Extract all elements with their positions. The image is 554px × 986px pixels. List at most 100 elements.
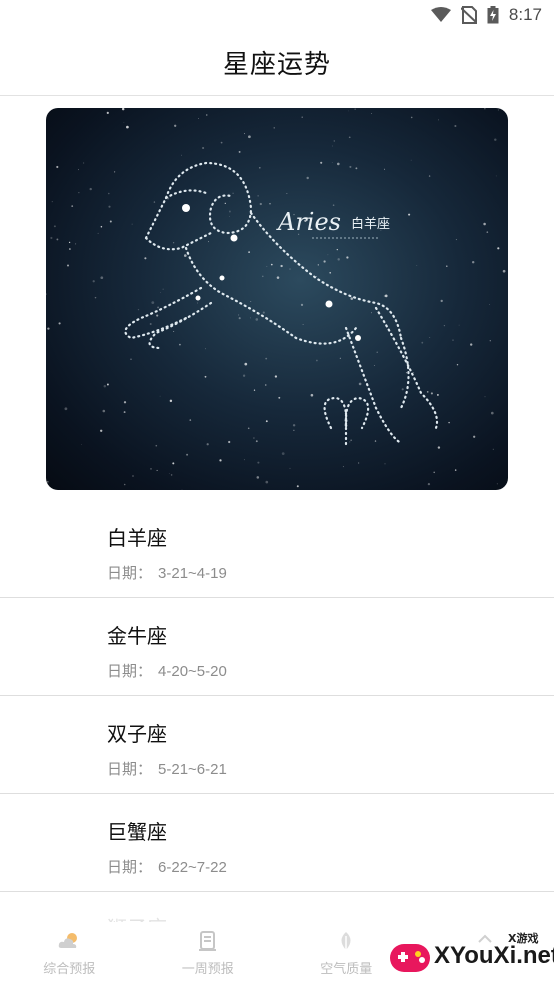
background-star <box>488 304 490 305</box>
nav-label: 空气质量 <box>320 962 373 977</box>
background-star <box>151 301 155 304</box>
background-star <box>248 135 251 139</box>
background-star <box>174 124 177 127</box>
background-star <box>219 459 222 462</box>
background-star <box>180 154 182 156</box>
background-star <box>413 372 415 373</box>
background-star <box>172 462 175 465</box>
background-star <box>149 323 152 325</box>
background-star <box>100 225 103 228</box>
background-star <box>173 331 175 333</box>
background-star <box>257 195 259 197</box>
status-time: 8:17 <box>508 5 542 24</box>
background-star <box>181 489 183 490</box>
background-star <box>189 419 192 421</box>
background-star <box>244 362 248 366</box>
background-star <box>198 118 200 119</box>
background-star <box>123 483 126 486</box>
background-star <box>471 260 475 264</box>
zodiac-name: 金牛座 <box>107 624 167 648</box>
background-star <box>454 124 457 128</box>
background-star <box>144 257 147 260</box>
background-star <box>306 176 309 180</box>
background-star <box>342 466 344 468</box>
background-star <box>329 271 332 274</box>
background-star <box>296 485 299 488</box>
background-star <box>473 435 476 438</box>
background-star <box>427 482 431 486</box>
weather-cloud-icon <box>57 930 81 952</box>
background-star <box>274 375 278 378</box>
background-star <box>64 407 68 411</box>
background-star <box>244 133 246 135</box>
background-star <box>83 162 85 164</box>
background-star <box>429 337 431 338</box>
background-star <box>490 411 494 415</box>
background-star <box>197 302 198 304</box>
background-star <box>66 264 70 267</box>
nav-item-overview[interactable]: 综合预报 <box>0 918 139 986</box>
background-star <box>430 392 433 395</box>
background-star <box>132 475 134 477</box>
nav-item-weekly[interactable]: 一周预报 <box>139 918 278 986</box>
background-star <box>68 241 71 244</box>
background-star <box>293 429 295 431</box>
background-star <box>405 372 407 374</box>
background-star <box>438 119 439 121</box>
background-star <box>494 138 497 141</box>
background-star <box>58 322 61 325</box>
background-star <box>156 469 158 471</box>
background-star <box>121 108 125 111</box>
background-star <box>292 424 296 427</box>
background-star <box>106 111 109 115</box>
background-star <box>123 411 126 414</box>
background-star <box>75 243 77 245</box>
zodiac-item-cancer[interactable]: 巨蟹座 日期： 6-22~7-22 <box>0 794 554 892</box>
background-star <box>265 384 267 386</box>
background-star <box>78 169 79 171</box>
background-star <box>114 171 116 173</box>
background-star <box>446 265 448 267</box>
background-star <box>310 393 314 397</box>
background-star <box>255 440 258 443</box>
background-star <box>250 317 252 319</box>
date-label: 日期： <box>107 662 153 680</box>
background-star <box>89 187 92 191</box>
background-star <box>155 444 158 447</box>
background-star <box>320 161 323 164</box>
background-star <box>243 459 245 461</box>
background-star <box>410 159 412 161</box>
background-star <box>333 140 336 142</box>
background-star <box>56 238 59 241</box>
background-star <box>337 258 340 261</box>
date-label: 日期： <box>107 858 153 876</box>
background-star <box>250 301 252 302</box>
background-star <box>492 448 494 450</box>
zodiac-item-aries[interactable]: 白羊座 日期： 3-21~4-19 <box>0 500 554 598</box>
zodiac-item-gemini[interactable]: 双子座 日期： 5-21~6-21 <box>0 696 554 794</box>
background-star <box>327 254 329 256</box>
background-star <box>103 385 107 388</box>
aries-constellation-banner[interactable]: Aries 白羊座 <box>46 108 508 490</box>
background-star <box>316 359 318 362</box>
background-star <box>337 162 340 166</box>
background-star <box>301 116 303 118</box>
zodiac-name: 双子座 <box>107 722 167 746</box>
background-star <box>376 351 378 353</box>
zodiac-item-taurus[interactable]: 金牛座 日期： 4-20~5-20 <box>0 598 554 696</box>
nav-label: 一周预报 <box>181 962 234 977</box>
background-star <box>266 266 268 267</box>
background-star <box>238 314 240 316</box>
background-star <box>497 247 500 250</box>
date-label: 日期： <box>107 760 153 778</box>
banner-aries-subtitle: 白羊座 <box>351 216 390 232</box>
background-star <box>186 453 189 456</box>
background-star <box>289 268 291 270</box>
background-star <box>452 339 454 341</box>
background-star <box>346 256 349 259</box>
background-star <box>421 341 424 344</box>
background-star <box>78 192 80 194</box>
background-star <box>224 202 226 205</box>
background-star <box>126 125 129 129</box>
background-star <box>354 108 356 110</box>
